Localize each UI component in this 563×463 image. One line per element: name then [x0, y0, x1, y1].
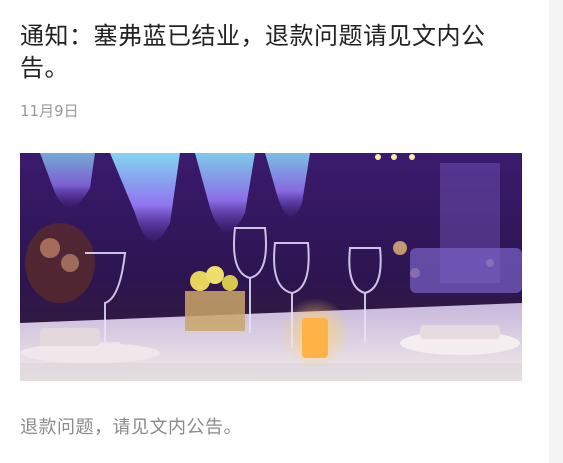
article-title[interactable]: 通知：塞弗蓝已结业，退款问题请见文内公告。 [20, 20, 525, 84]
article-cover-image[interactable] [20, 153, 522, 381]
article-excerpt: 退款问题，请见文内公告。 [20, 417, 242, 438]
article-date: 11月9日 [20, 102, 79, 120]
article-card[interactable]: 通知：塞弗蓝已结业，退款问题请见文内公告。 11月9日 退款问题，请见文内公告。 [0, 0, 549, 463]
side-gutter [549, 0, 563, 463]
